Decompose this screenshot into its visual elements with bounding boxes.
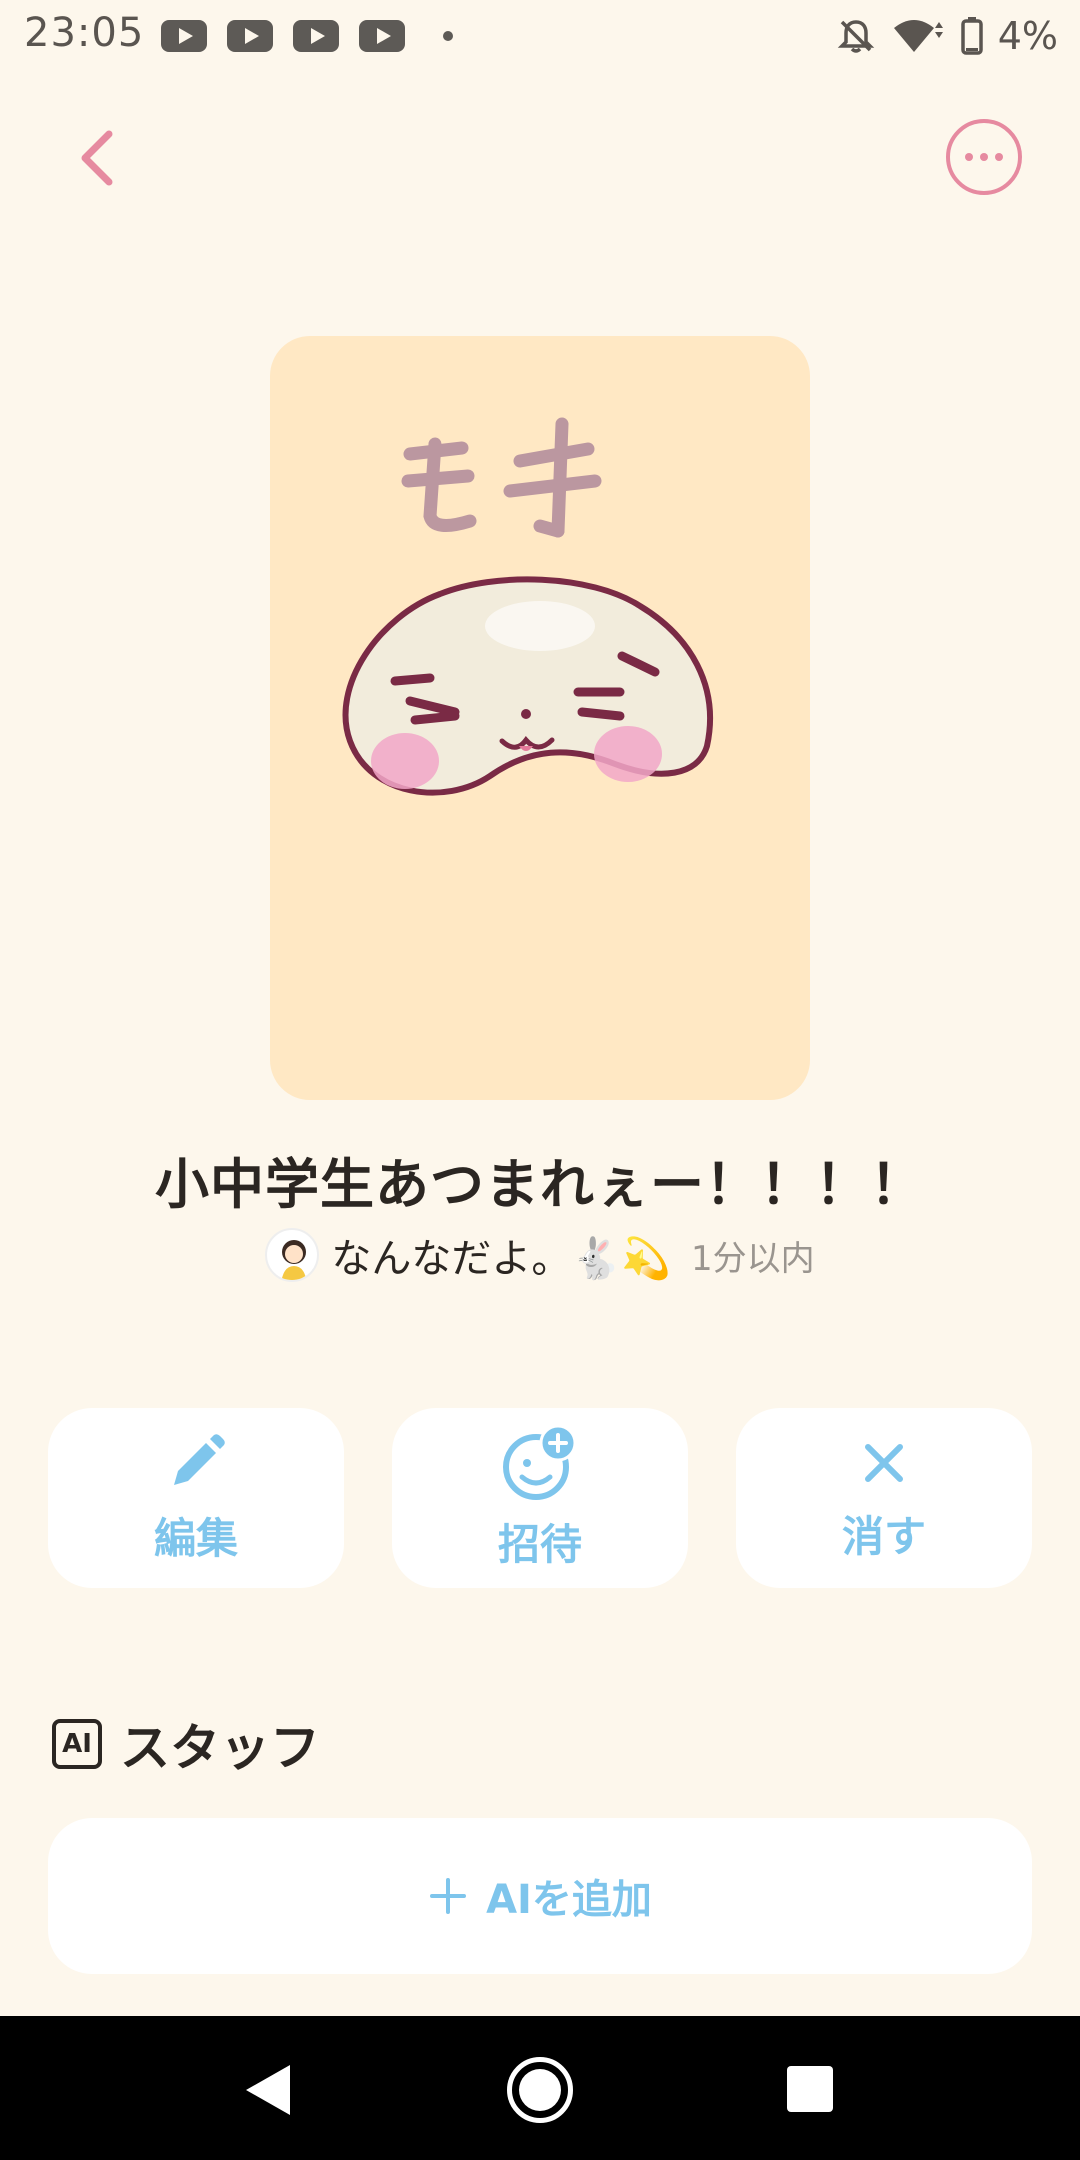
staff-title: スタッフ: [120, 1719, 320, 1777]
delete-label: 消す: [841, 1511, 926, 1561]
status-bar: 23:05 4%: [0, 0, 1080, 72]
nav-recents-icon[interactable]: [787, 2066, 833, 2112]
close-icon: [865, 1443, 903, 1482]
notifications-off-icon: [837, 20, 874, 53]
nav-home-icon[interactable]: [507, 2057, 573, 2123]
plus-icon: [430, 1878, 467, 1914]
more-notifications-dot: [443, 31, 453, 41]
delete-button[interactable]: 消す: [736, 1408, 1032, 1588]
nav-back-icon[interactable]: [246, 2065, 290, 2115]
more-options-button[interactable]: [946, 119, 1022, 195]
group-cover-image[interactable]: [270, 336, 810, 1100]
avatar[interactable]: [265, 1228, 320, 1282]
invite-icon: [503, 1424, 577, 1500]
invite-label: 招待: [497, 1519, 582, 1569]
battery-icon: [960, 17, 983, 55]
pencil-icon: [174, 1433, 225, 1485]
ai-badge-icon: AI: [52, 1719, 102, 1769]
battery-percent: 4%: [997, 14, 1058, 58]
youtube-icon: [227, 20, 273, 52]
youtube-icon: [161, 20, 207, 52]
group-title: 小中学生あつまれぇー！！！！: [155, 1153, 925, 1216]
updated-time: 1分以内: [690, 1238, 815, 1279]
wifi-icon: [893, 20, 943, 52]
edit-button[interactable]: 編集: [48, 1408, 344, 1588]
owner-name: なんなだよ。🐇💫: [331, 1236, 671, 1282]
add-ai-button[interactable]: AIを追加: [48, 1818, 1032, 1974]
add-ai-label: AIを追加: [486, 1877, 652, 1923]
staff-section-header: AI スタッフ: [52, 1708, 320, 1780]
owner-row[interactable]: なんなだよ。🐇💫 1分以内: [0, 1226, 1080, 1284]
invite-button[interactable]: 招待: [392, 1408, 688, 1588]
chevron-left-icon: [81, 130, 113, 186]
youtube-icon: [293, 20, 339, 52]
mochi-illustration: [342, 417, 714, 796]
youtube-icon: [359, 20, 405, 52]
back-button[interactable]: [62, 118, 132, 198]
avatar-illustration: [281, 1240, 307, 1280]
more-horizontal-icon: [965, 153, 973, 161]
edit-label: 編集: [153, 1513, 238, 1563]
status-time: 23:05: [24, 10, 145, 56]
